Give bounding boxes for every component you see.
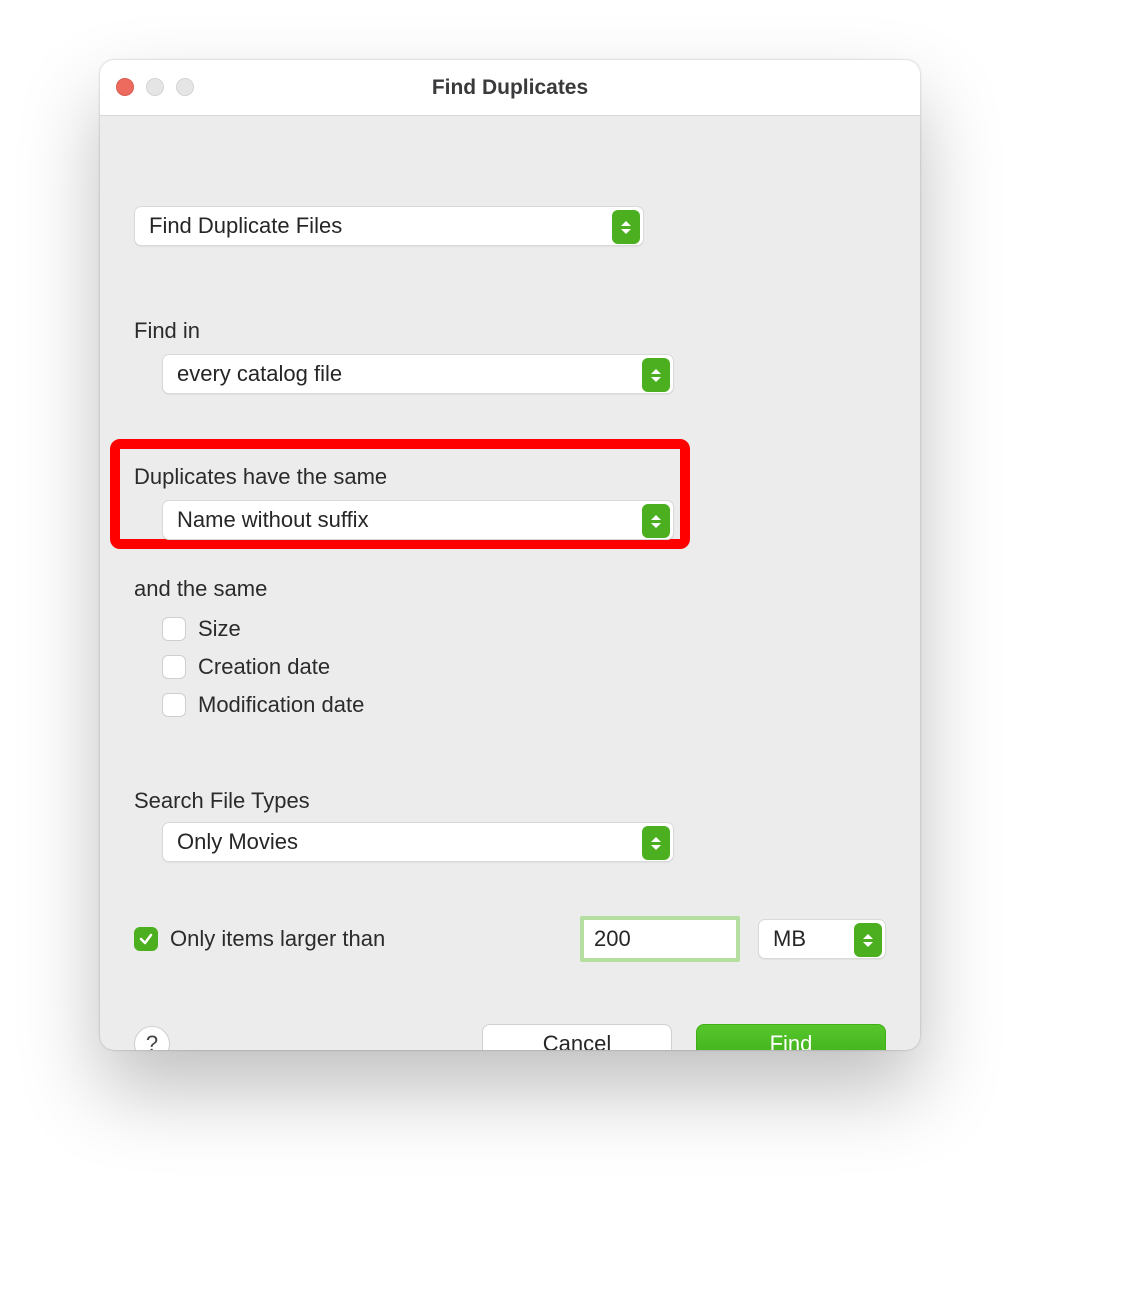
find-button[interactable]: Find (696, 1024, 886, 1050)
cancel-button-label: Cancel (543, 1031, 611, 1050)
file-types-select[interactable]: Only Movies (162, 822, 674, 862)
stepper-icon (642, 826, 670, 860)
modification-date-checkbox[interactable] (162, 693, 186, 717)
find-button-label: Find (770, 1031, 813, 1050)
find-in-label: Find in (134, 318, 200, 344)
help-button[interactable]: ? (134, 1026, 170, 1050)
find-in-select[interactable]: every catalog file (162, 354, 674, 394)
size-checkbox-label: Size (198, 616, 241, 642)
stepper-icon (642, 504, 670, 538)
only-larger-label: Only items larger than (170, 926, 385, 952)
stepper-icon (642, 358, 670, 392)
window-controls (116, 78, 194, 96)
file-types-label: Search File Types (134, 788, 310, 814)
only-larger-checkbox[interactable] (134, 927, 158, 951)
cancel-button[interactable]: Cancel (482, 1024, 672, 1050)
duplicates-same-select[interactable]: Name without suffix (162, 500, 674, 540)
mode-select-value: Find Duplicate Files (149, 213, 342, 239)
size-threshold-value: 200 (594, 926, 631, 952)
zoom-window-button (176, 78, 194, 96)
stepper-icon (612, 210, 640, 244)
duplicates-same-select-value: Name without suffix (177, 507, 369, 533)
titlebar: Find Duplicates (100, 60, 920, 116)
stepper-icon (854, 923, 882, 957)
mode-select[interactable]: Find Duplicate Files (134, 206, 644, 246)
close-window-button[interactable] (116, 78, 134, 96)
window-title: Find Duplicates (432, 76, 588, 100)
size-threshold-input[interactable]: 200 (580, 916, 740, 962)
size-checkbox[interactable] (162, 617, 186, 641)
creation-date-checkbox-label: Creation date (198, 654, 330, 680)
size-unit-select[interactable]: MB (758, 919, 886, 959)
and-the-same-label: and the same (134, 576, 267, 602)
help-icon: ? (146, 1031, 158, 1050)
creation-date-checkbox[interactable] (162, 655, 186, 679)
size-unit-value: MB (773, 926, 806, 952)
minimize-window-button (146, 78, 164, 96)
find-duplicates-window: Find Duplicates Find Duplicate Files Fin… (100, 60, 920, 1050)
find-in-select-value: every catalog file (177, 361, 342, 387)
modification-date-checkbox-label: Modification date (198, 692, 364, 718)
file-types-select-value: Only Movies (177, 829, 298, 855)
duplicates-same-label: Duplicates have the same (134, 464, 387, 490)
